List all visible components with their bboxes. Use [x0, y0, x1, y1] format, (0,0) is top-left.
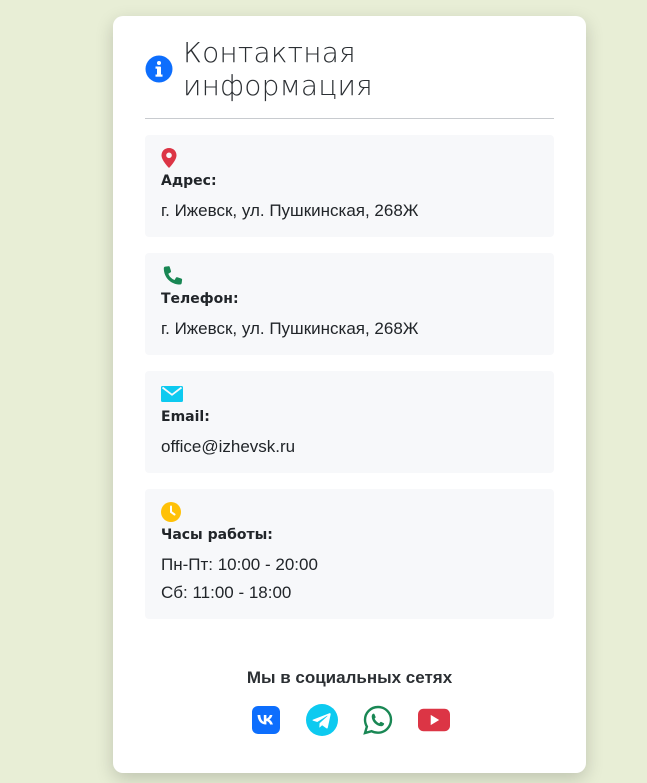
social-section: Мы в социальных сетях [113, 668, 586, 736]
vk-icon [251, 706, 280, 734]
vk-link[interactable] [250, 704, 282, 736]
card-header: Контактная информация [145, 16, 554, 119]
map-marker-icon [161, 147, 538, 169]
info-item-hours: Часы работы: Пн-Пт: 10:00 - 20:00 Сб: 11… [145, 489, 554, 619]
telegram-link[interactable] [305, 704, 338, 736]
hours-label: Часы работы: [161, 527, 273, 543]
info-item-phone: Телефон: г. Ижевск, ул. Пушкинская, 268Ж [145, 253, 554, 355]
hours-saturday: Сб: 11:00 - 18:00 [161, 583, 292, 602]
address-value: г. Ижевск, ул. Пушкинская, 268Ж [161, 201, 419, 220]
page-title: Контактная информация [183, 36, 373, 102]
whatsapp-link[interactable] [362, 704, 394, 736]
phone-value: г. Ижевск, ул. Пушкинская, 268Ж [161, 319, 419, 338]
whatsapp-icon [362, 705, 392, 735]
youtube-link[interactable] [417, 704, 450, 736]
clock-icon [161, 501, 538, 523]
phone-icon [161, 265, 538, 287]
youtube-icon [417, 708, 450, 732]
contact-card: Контактная информация Адрес: г. Ижевск, … [113, 16, 586, 773]
hours-value: Пн-Пт: 10:00 - 20:00 Сб: 11:00 - 18:00 [161, 551, 538, 607]
phone-label: Телефон: [161, 291, 239, 307]
info-item-email: Email: office@izhevsk.ru [145, 371, 554, 473]
email-label: Email: [161, 409, 210, 425]
contact-info-list: Адрес: г. Ижевск, ул. Пушкинская, 268Ж Т… [145, 135, 554, 619]
info-item-address: Адрес: г. Ижевск, ул. Пушкинская, 268Ж [145, 135, 554, 237]
email-value: office@izhevsk.ru [161, 437, 296, 456]
telegram-icon [305, 704, 338, 736]
info-circle-icon [145, 55, 173, 83]
address-label: Адрес: [161, 173, 217, 189]
social-title: Мы в социальных сетях [246, 668, 453, 687]
envelope-icon [161, 383, 538, 405]
social-links [113, 704, 586, 736]
hours-weekdays: Пн-Пт: 10:00 - 20:00 [161, 555, 318, 574]
